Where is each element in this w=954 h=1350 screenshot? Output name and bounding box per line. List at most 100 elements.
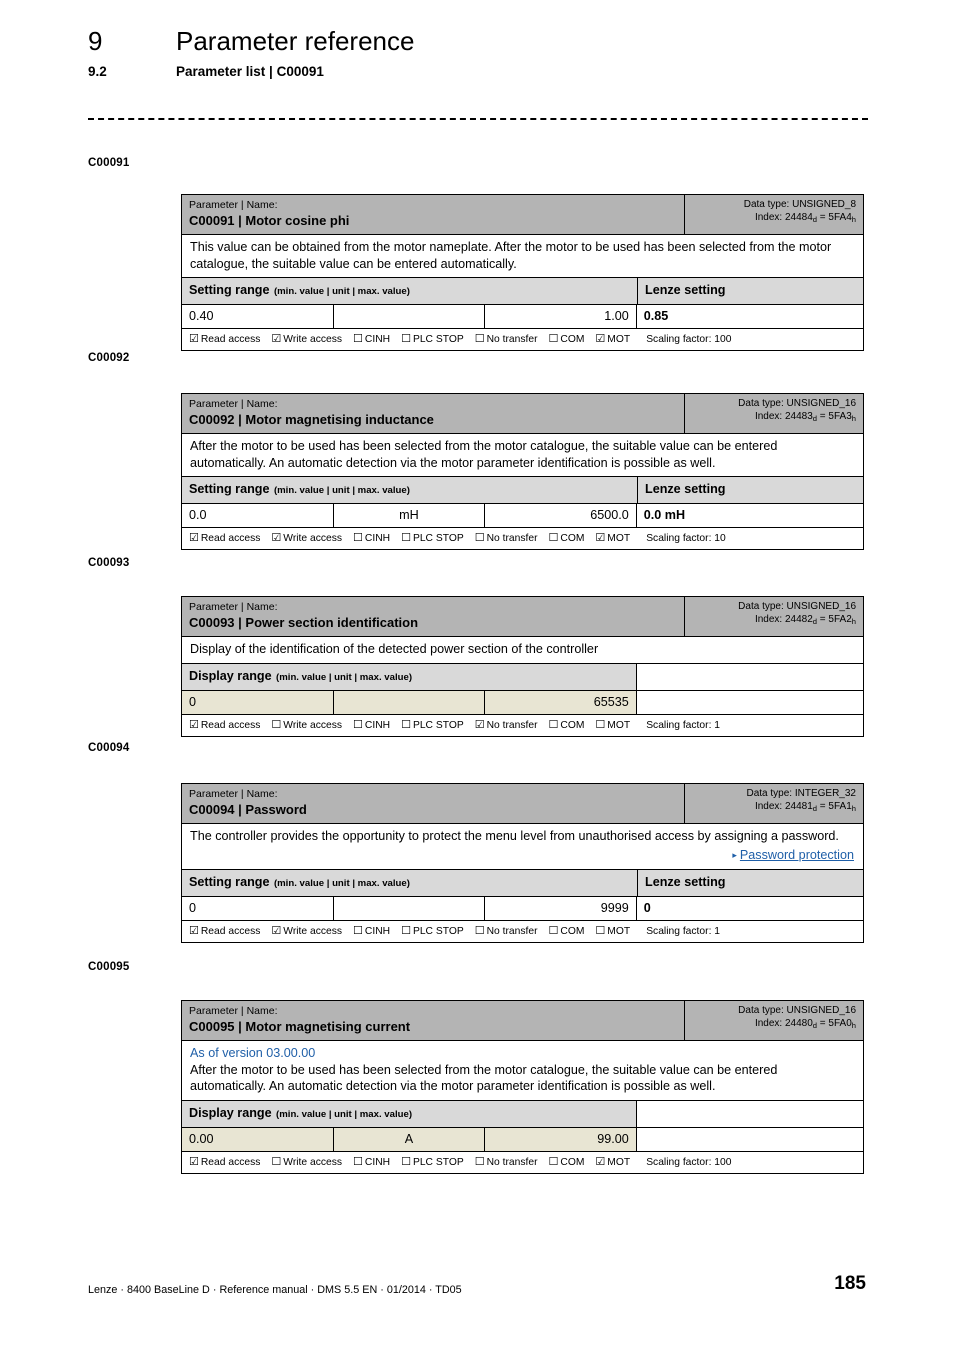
parameter-header-row: Parameter | Name: C00093 | Power section … [182, 597, 863, 636]
checkbox-checked-icon: ☑ [189, 531, 199, 544]
description-text: The controller provides the opportunity … [190, 829, 839, 843]
read-access-checkbox-label: Read access [200, 533, 261, 544]
cross-reference-line: ▸ Password protection [190, 847, 855, 865]
checkbox-unchecked-icon: ☐ [548, 924, 559, 937]
parameter-description-row: The controller provides the opportunity … [182, 823, 863, 869]
range-sublabel: (min. value | unit | max. value) [276, 671, 413, 683]
data-type: Data type: INTEGER_32 [746, 788, 857, 799]
mot-checkbox[interactable]: ☐ MOT [595, 718, 630, 731]
range-min-value: 0.40 [182, 305, 334, 328]
parameter-description-row: Display of the identification of the det… [182, 636, 863, 663]
mot-checkbox[interactable]: ☑ MOT [595, 1155, 631, 1168]
page-number: 185 [834, 1273, 866, 1294]
no-transfer-checkbox[interactable]: ☐ No transfer [475, 332, 538, 345]
plc-stop-checkbox[interactable]: ☐ PLC STOP [401, 531, 464, 544]
parameter-index: Index: 24484d = 5FA4h [754, 211, 856, 225]
plc-stop-checkbox-label: PLC STOP [412, 926, 464, 937]
mot-checkbox[interactable]: ☐ MOT [595, 924, 630, 937]
read-access-checkbox-label: Read access [200, 1156, 261, 1168]
access-row: ☑ Read access ☑ Write access ☐ CINH ☐ PLC STOP ☐… [182, 328, 863, 350]
range-min-value: 0.00 [182, 1127, 334, 1151]
lenze-setting-value: 0.85 [643, 309, 669, 323]
access-row: ☑ Read access ☑ Write access ☐ CINH ☐ PLC STOP ☐… [182, 527, 863, 549]
com-checkbox-label: COM [560, 1156, 585, 1168]
section-number: 9.2 [88, 64, 107, 79]
range-values-row: 0.00 A 99.00 [182, 1126, 863, 1151]
range-min-value: 0.0 [182, 504, 334, 527]
checkbox-unchecked-icon: ☐ [353, 1154, 363, 1168]
read-access-checkbox[interactable]: ☑ Read access [189, 1155, 261, 1168]
write-access-checkbox[interactable]: ☑ Write access [271, 332, 343, 345]
cross-reference-link[interactable]: Password protection [740, 848, 854, 862]
checkbox-unchecked-icon: ☐ [474, 1154, 485, 1168]
checkbox-unchecked-icon: ☐ [474, 924, 485, 937]
write-access-checkbox[interactable]: ☑ Write access [271, 924, 342, 937]
parameter-name-kicker: Parameter | Name: [189, 1005, 278, 1017]
read-access-checkbox[interactable]: ☑ Read access [189, 332, 261, 345]
read-access-checkbox[interactable]: ☑ Read access [189, 718, 260, 731]
read-access-checkbox[interactable]: ☑ Read access [189, 924, 261, 937]
no-transfer-checkbox[interactable]: ☐ No transfer [475, 531, 538, 544]
write-access-checkbox[interactable]: ☐ Write access [271, 1155, 342, 1168]
lenze-setting-value [636, 1127, 863, 1151]
com-checkbox[interactable]: ☐ COM [549, 332, 585, 345]
parameter-header-row: Parameter | Name: C00095 | Motor magnetis… [182, 1001, 863, 1040]
lenze-setting-label: Lenze setting [645, 283, 726, 297]
com-checkbox[interactable]: ☐ COM [549, 531, 585, 544]
write-access-checkbox[interactable]: ☑ Write access [271, 531, 342, 544]
no-transfer-checkbox-label: No transfer [486, 1156, 538, 1168]
com-checkbox[interactable]: ☐ COM [549, 1155, 585, 1168]
header-divider [88, 118, 868, 120]
lenze-setting-header: Lenze setting [637, 477, 863, 503]
plc-stop-checkbox[interactable]: ☐ PLC STOP [401, 924, 464, 937]
plc-stop-checkbox[interactable]: ☐ PLC STOP [401, 332, 464, 345]
checkbox-unchecked-icon: ☐ [401, 531, 411, 544]
no-transfer-checkbox[interactable]: ☑ No transfer [475, 718, 538, 731]
write-access-checkbox-label: Write access [283, 334, 343, 345]
cinh-checkbox[interactable]: ☐ CINH [353, 531, 390, 544]
read-access-checkbox-label: Read access [200, 334, 261, 345]
checkbox-checked-icon: ☑ [595, 531, 606, 544]
no-transfer-checkbox[interactable]: ☐ No transfer [474, 1154, 538, 1168]
com-checkbox[interactable]: ☐ COM [548, 924, 585, 937]
access-flags: ☑ Read access ☑ Write access ☐ CINH ☐ PLC STOP ☐… [182, 528, 863, 549]
parameter-table-c00091: Parameter | Name: C00091 | Motor cosine p… [181, 194, 864, 351]
range-label: Display range [189, 1105, 272, 1120]
checkbox-unchecked-icon: ☐ [401, 1154, 411, 1168]
cinh-checkbox[interactable]: ☐ CINH [353, 332, 390, 345]
cinh-checkbox[interactable]: ☐ CINH [353, 718, 390, 731]
range-header-left: Display range (min. value | unit | max. … [182, 1100, 637, 1127]
range-unit-value [334, 305, 486, 328]
plc-stop-checkbox[interactable]: ☐ PLC STOP [401, 718, 464, 731]
read-access-checkbox[interactable]: ☑ Read access [189, 531, 261, 544]
cinh-checkbox[interactable]: ☐ CINH [353, 924, 390, 937]
range-values-row: 0.40 1.00 0.85 [182, 304, 863, 328]
parameter-name-kicker: Parameter | Name: [189, 199, 278, 211]
com-checkbox-label: COM [560, 533, 585, 544]
mot-checkbox[interactable]: ☑ MOT [595, 531, 630, 544]
plc-stop-checkbox[interactable]: ☐ PLC STOP [401, 1154, 464, 1168]
range-header-left: Setting range (min. value | unit | max. … [182, 477, 637, 503]
read-access-checkbox-label: Read access [200, 926, 261, 937]
mot-checkbox-label: MOT [607, 1156, 631, 1168]
parameter-description: As of version 03.00.00 After the motor to… [182, 1041, 863, 1100]
cinh-checkbox[interactable]: ☐ CINH [353, 1154, 390, 1168]
no-transfer-checkbox-label: No transfer [486, 719, 538, 731]
no-transfer-checkbox[interactable]: ☐ No transfer [474, 924, 538, 937]
parameter-header-right: Data type: UNSIGNED_16 Index: 24480d = 5F… [685, 1001, 863, 1040]
com-checkbox[interactable]: ☐ COM [549, 718, 585, 731]
mot-checkbox[interactable]: ☑ MOT [595, 332, 630, 345]
lenze-setting-header: Lenze setting [637, 870, 863, 896]
margin-tag-c00094: C00094 [88, 742, 130, 754]
access-flags: ☑ Read access ☐ Write access ☐ CINH ☐ PLC STOP ☑… [182, 715, 863, 736]
no-transfer-checkbox-label: No transfer [486, 926, 538, 937]
arrow-right-icon: ▸ [732, 849, 737, 860]
scaling-factor: Scaling factor: 100 [646, 1156, 732, 1168]
range-header-left: Setting range (min. value | unit | max. … [182, 278, 637, 304]
write-access-checkbox[interactable]: ☐ Write access [271, 718, 342, 731]
as-of-version: As of version 03.00.00 [190, 1046, 316, 1060]
range-header-row: Setting range (min. value | unit | max. … [182, 277, 863, 304]
checkbox-unchecked-icon: ☐ [353, 924, 363, 937]
parameter-name: C00092 | Motor magnetising inductance [189, 412, 434, 427]
range-sublabel: (min. value | unit | max. value) [273, 286, 410, 297]
